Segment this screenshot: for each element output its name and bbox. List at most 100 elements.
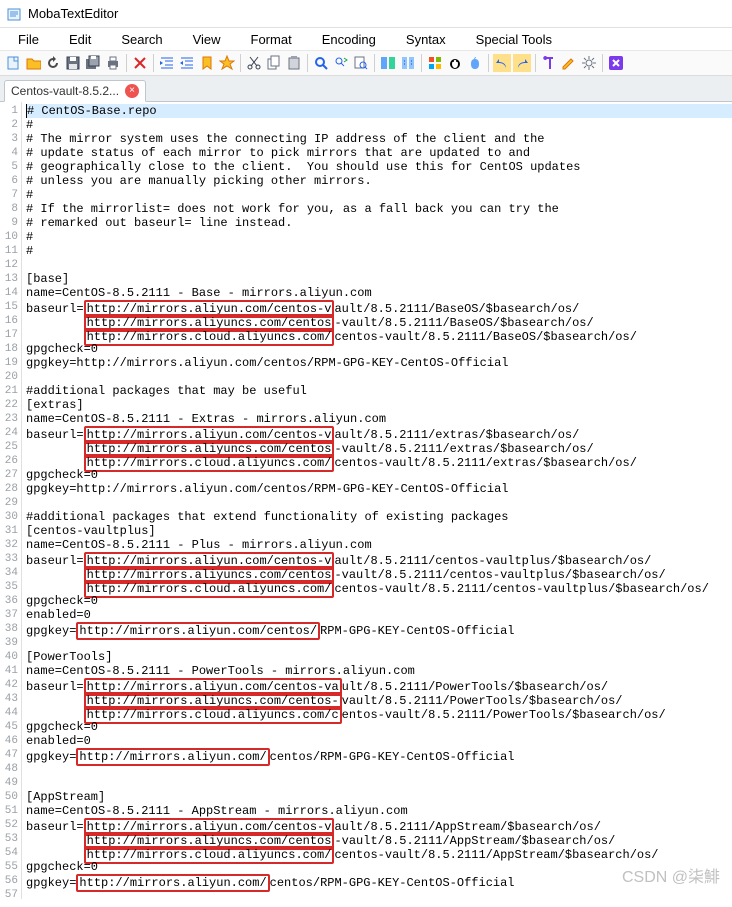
paragraph-icon[interactable] [540, 54, 558, 72]
line-number: 17 [0, 328, 21, 342]
compare-icon[interactable] [379, 54, 397, 72]
line-number: 23 [0, 412, 21, 426]
code-line[interactable]: http://mirrors.aliyuncs.com/centos-vault… [26, 832, 732, 846]
code-line[interactable]: name=CentOS-8.5.2111 - Plus - mirrors.al… [26, 538, 732, 552]
code-line[interactable]: # [26, 244, 732, 258]
edit-icon[interactable] [560, 54, 578, 72]
code-line[interactable] [26, 762, 732, 776]
settings-icon[interactable] [580, 54, 598, 72]
code-line[interactable]: http://mirrors.cloud.aliyuncs.com/centos… [26, 706, 732, 720]
code-line[interactable]: enabled=0 [26, 608, 732, 622]
code-line[interactable]: [base] [26, 272, 732, 286]
code-line[interactable]: baseurl=http://mirrors.aliyun.com/centos… [26, 678, 732, 692]
code-line[interactable]: name=CentOS-8.5.2111 - AppStream - mirro… [26, 804, 732, 818]
code-line[interactable]: gpgkey=http://mirrors.aliyun.com/centos/… [26, 482, 732, 496]
search-icon[interactable] [312, 54, 330, 72]
paste-icon[interactable] [285, 54, 303, 72]
code-line[interactable] [26, 636, 732, 650]
code-line[interactable]: # CentOS-Base.repo [26, 104, 732, 118]
code-line[interactable]: http://mirrors.aliyuncs.com/centos-vault… [26, 440, 732, 454]
open-folder-icon[interactable] [24, 54, 42, 72]
windows-icon[interactable] [426, 54, 444, 72]
indent-left-icon[interactable] [158, 54, 176, 72]
code-line[interactable]: gpgcheck=0 [26, 468, 732, 482]
code-line[interactable]: name=CentOS-8.5.2111 - Base - mirrors.al… [26, 286, 732, 300]
menu-search[interactable]: Search [107, 30, 176, 49]
code-line[interactable]: gpgkey=http://mirrors.aliyun.com/centos/… [26, 622, 732, 636]
code-line[interactable]: http://mirrors.cloud.aliyuncs.com/centos… [26, 580, 732, 594]
code-line[interactable]: # The mirror system uses the connecting … [26, 132, 732, 146]
code-line[interactable]: gpgcheck=0 [26, 594, 732, 608]
menu-special-tools[interactable]: Special Tools [462, 30, 566, 49]
menu-file[interactable]: File [4, 30, 53, 49]
code-line[interactable]: gpgkey=http://mirrors.aliyun.com/centos/… [26, 356, 732, 370]
code-line[interactable]: baseurl=http://mirrors.aliyun.com/centos… [26, 426, 732, 440]
cut-icon[interactable] [245, 54, 263, 72]
copy-icon[interactable] [265, 54, 283, 72]
code-line[interactable]: enabled=0 [26, 734, 732, 748]
code-line[interactable]: http://mirrors.aliyuncs.com/centos-vault… [26, 692, 732, 706]
close-icon[interactable] [131, 54, 149, 72]
menu-format[interactable]: Format [237, 30, 306, 49]
code-line[interactable]: [centos-vaultplus] [26, 524, 732, 538]
replace-icon[interactable] [332, 54, 350, 72]
find-files-icon[interactable] [352, 54, 370, 72]
code-line[interactable]: http://mirrors.cloud.aliyuncs.com/centos… [26, 328, 732, 342]
code-line[interactable]: http://mirrors.cloud.aliyuncs.com/centos… [26, 454, 732, 468]
code-line[interactable]: gpgcheck=0 [26, 720, 732, 734]
code-line[interactable] [26, 496, 732, 510]
menu-view[interactable]: View [179, 30, 235, 49]
code-line[interactable]: gpgkey=http://mirrors.aliyun.com/centos/… [26, 748, 732, 762]
code-line[interactable]: #additional packages that extend functio… [26, 510, 732, 524]
code-line[interactable]: # If the mirrorlist= does not work for y… [26, 202, 732, 216]
code-line[interactable]: name=CentOS-8.5.2111 - Extras - mirrors.… [26, 412, 732, 426]
code-line[interactable]: # update status of each mirror to pick m… [26, 146, 732, 160]
code-line[interactable]: [AppStream] [26, 790, 732, 804]
code-line[interactable]: gpgcheck=0 [26, 342, 732, 356]
line-number: 46 [0, 734, 21, 748]
indent-right-icon[interactable] [178, 54, 196, 72]
exit-icon[interactable] [607, 54, 625, 72]
toolbar [0, 50, 732, 76]
save-icon[interactable] [64, 54, 82, 72]
code-line[interactable] [26, 776, 732, 790]
code-line[interactable]: http://mirrors.aliyuncs.com/centos-vault… [26, 566, 732, 580]
line-number: 28 [0, 482, 21, 496]
code-line[interactable]: # [26, 118, 732, 132]
linux-icon[interactable] [446, 54, 464, 72]
code-line[interactable]: # [26, 230, 732, 244]
menu-encoding[interactable]: Encoding [308, 30, 390, 49]
menu-edit[interactable]: Edit [55, 30, 105, 49]
code-line[interactable]: #additional packages that may be useful [26, 384, 732, 398]
editor[interactable]: 1234567891011121314151617181920212223242… [0, 102, 732, 899]
apple-icon[interactable] [466, 54, 484, 72]
close-tab-icon[interactable]: × [125, 84, 139, 98]
code-line[interactable]: baseurl=http://mirrors.aliyun.com/centos… [26, 552, 732, 566]
code-line[interactable]: # [26, 188, 732, 202]
code-line[interactable] [26, 888, 732, 902]
redo-icon[interactable] [513, 54, 531, 72]
menu-syntax[interactable]: Syntax [392, 30, 460, 49]
refresh-icon[interactable] [44, 54, 62, 72]
code-line[interactable] [26, 370, 732, 384]
code-line[interactable]: [PowerTools] [26, 650, 732, 664]
star-icon[interactable] [218, 54, 236, 72]
diff-icon[interactable] [399, 54, 417, 72]
code-line[interactable]: baseurl=http://mirrors.aliyun.com/centos… [26, 818, 732, 832]
code-line[interactable]: [extras] [26, 398, 732, 412]
code-line[interactable]: http://mirrors.aliyuncs.com/centos-vault… [26, 314, 732, 328]
code-line[interactable]: http://mirrors.cloud.aliyuncs.com/centos… [26, 846, 732, 860]
file-tab[interactable]: Centos-vault-8.5.2... × [4, 80, 146, 102]
code-area[interactable]: # CentOS-Base.repo## The mirror system u… [22, 102, 732, 899]
undo-icon[interactable] [493, 54, 511, 72]
code-line[interactable]: # remarked out baseurl= line instead. [26, 216, 732, 230]
code-line[interactable]: name=CentOS-8.5.2111 - PowerTools - mirr… [26, 664, 732, 678]
code-line[interactable]: # geographically close to the client. Yo… [26, 160, 732, 174]
bookmark-icon[interactable] [198, 54, 216, 72]
print-icon[interactable] [104, 54, 122, 72]
code-line[interactable]: baseurl=http://mirrors.aliyun.com/centos… [26, 300, 732, 314]
code-line[interactable]: # unless you are manually picking other … [26, 174, 732, 188]
save-all-icon[interactable] [84, 54, 102, 72]
new-file-icon[interactable] [4, 54, 22, 72]
code-line[interactable] [26, 258, 732, 272]
